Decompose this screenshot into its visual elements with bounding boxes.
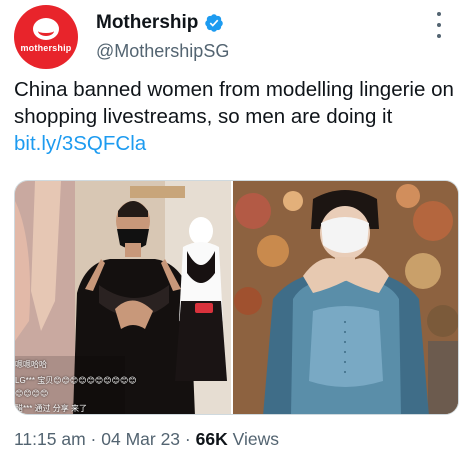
verified-badge-icon (205, 14, 224, 32)
tweet-date[interactable]: 04 Mar 23 (101, 429, 180, 449)
views-count: 66K (195, 429, 228, 449)
media-image-right[interactable] (233, 181, 458, 414)
more-options-icon[interactable] (436, 12, 442, 38)
mothership-logo-icon (33, 17, 59, 40)
tweet-body: China banned women from modelling linger… (14, 78, 454, 128)
tweet-link[interactable]: bit.ly/3SQFCla (14, 132, 146, 155)
livestream-comment: 嗯嗯哈哈 (15, 360, 47, 369)
meta-separator: · (184, 429, 191, 449)
tweet-text: China banned women from modelling linger… (14, 76, 454, 157)
livestream-comment: 😊😊😊😊 (15, 389, 49, 398)
author-handle[interactable]: @MothershipSG (96, 41, 229, 62)
author-name-row: Mothership (96, 12, 224, 34)
display-name[interactable]: Mothership (96, 12, 198, 34)
avatar[interactable]: mothership (14, 5, 78, 69)
livestream-comment: LG*** 宝贝😊😊😊😊😊😊😊😊😊😊 (15, 376, 137, 385)
livestream-photo-right (233, 181, 458, 414)
avatar-logo-text: mothership (20, 42, 72, 53)
livestream-comment: 醋*** 通过 分享 来了 (15, 404, 88, 413)
meta-separator: · (90, 429, 97, 449)
tweet-meta: 11:15 am · 04 Mar 23 · 66K Views (14, 429, 279, 450)
tweet-media[interactable]: 嗯嗯哈哈 LG*** 宝贝😊😊😊😊😊😊😊😊😊😊 😊😊😊😊 醋*** 通过 分享 … (14, 180, 459, 415)
views-label: Views (232, 429, 279, 449)
media-image-left[interactable]: 嗯嗯哈哈 LG*** 宝贝😊😊😊😊😊😊😊😊😊😊 😊😊😊😊 醋*** 通过 分享 … (15, 181, 232, 414)
tweet-time[interactable]: 11:15 am (14, 429, 86, 449)
